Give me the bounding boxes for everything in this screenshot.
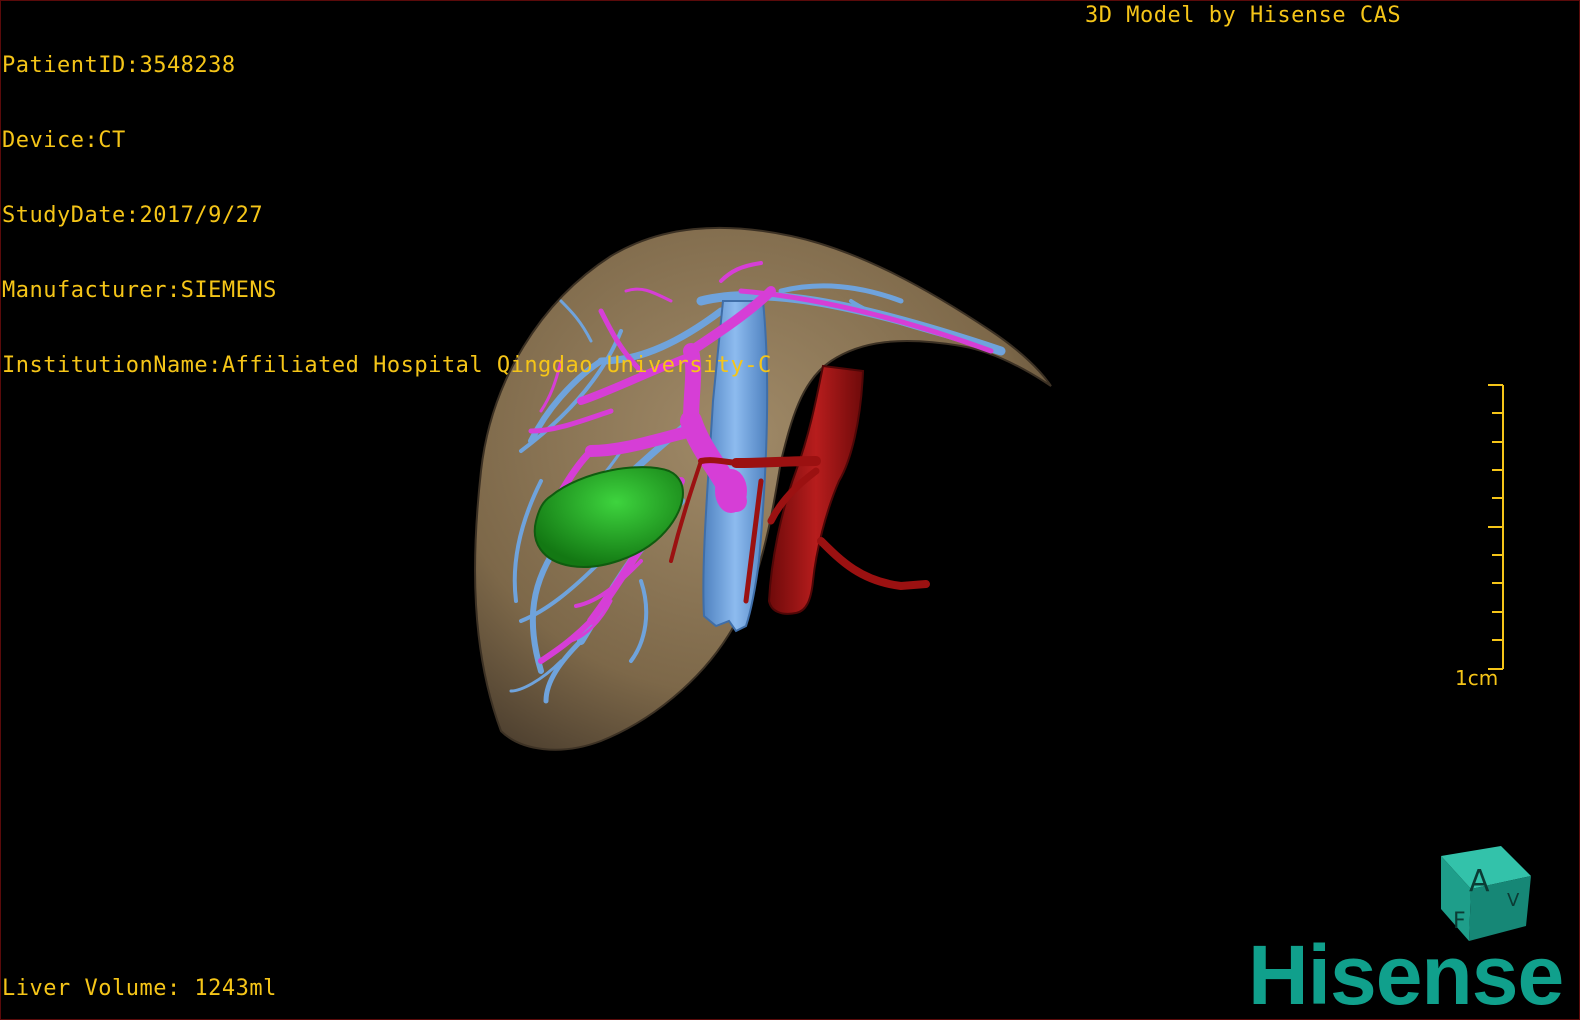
cube-face-front: A — [1469, 864, 1490, 899]
model-credit: 3D Model by Hisense CAS — [1085, 3, 1402, 28]
liver-volume: Liver Volume: 1243ml — [2, 976, 277, 1001]
cube-face-side: V — [1507, 890, 1520, 911]
study-date: StudyDate:2017/9/27 — [2, 203, 264, 228]
hisense-logo: Hisense — [1248, 928, 1564, 1020]
institution-name: InstitutionName:Affiliated Hospital Qing… — [2, 353, 772, 378]
scale-bar — [1488, 384, 1504, 670]
scale-bar-label: 1cm — [1455, 666, 1499, 690]
patient-id: PatientID:3548238 — [2, 53, 236, 78]
orientation-cube[interactable]: A F V — [1441, 846, 1531, 941]
manufacturer: Manufacturer:SIEMENS — [2, 278, 277, 303]
device: Device:CT — [2, 128, 126, 153]
dicom-info-overlay: PatientID:3548238 Device:CT StudyDate:20… — [2, 3, 772, 428]
portal-confluence — [715, 469, 747, 513]
3d-viewport[interactable]: A F V PatientID:3548238 Device:CT StudyD… — [0, 0, 1580, 1020]
